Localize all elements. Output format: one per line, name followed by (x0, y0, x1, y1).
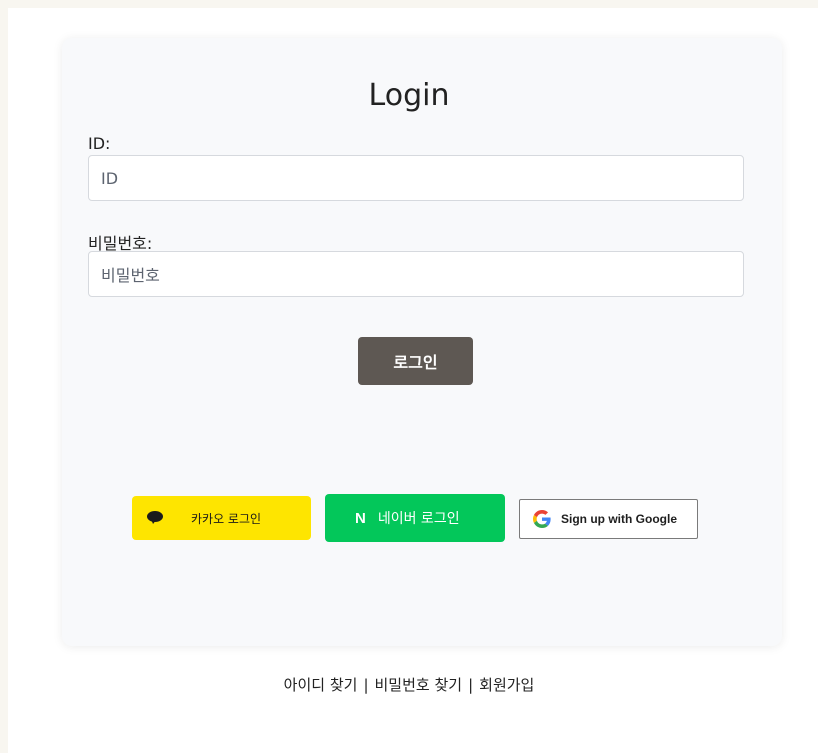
link-separator: | (468, 676, 474, 694)
link-separator: | (363, 676, 369, 694)
id-label: ID: (88, 134, 111, 153)
kakao-login-button[interactable]: 카카오 로그인 (132, 496, 311, 540)
footer-links: 아이디 찾기 | 비밀번호 찾기 | 회원가입 (0, 674, 818, 695)
find-id-link[interactable]: 아이디 찾기 (284, 676, 358, 694)
google-signup-button[interactable]: Sign up with Google (519, 499, 698, 539)
kakao-chat-icon (147, 510, 165, 526)
password-input[interactable]: 비밀번호 (88, 251, 744, 297)
login-button[interactable]: 로그인 (358, 337, 473, 385)
google-signup-label: Sign up with Google (561, 512, 677, 526)
page-title: Login (368, 78, 450, 113)
find-password-link[interactable]: 비밀번호 찾기 (375, 676, 463, 694)
id-input[interactable]: ID (88, 155, 744, 201)
google-logo-icon (533, 510, 551, 528)
naver-logo-icon: N (355, 509, 366, 527)
signup-link[interactable]: 회원가입 (479, 676, 534, 694)
naver-login-button[interactable]: N 네이버 로그인 (325, 494, 505, 542)
kakao-login-label: 카카오 로그인 (191, 511, 262, 526)
naver-login-label: 네이버 로그인 (377, 511, 460, 527)
